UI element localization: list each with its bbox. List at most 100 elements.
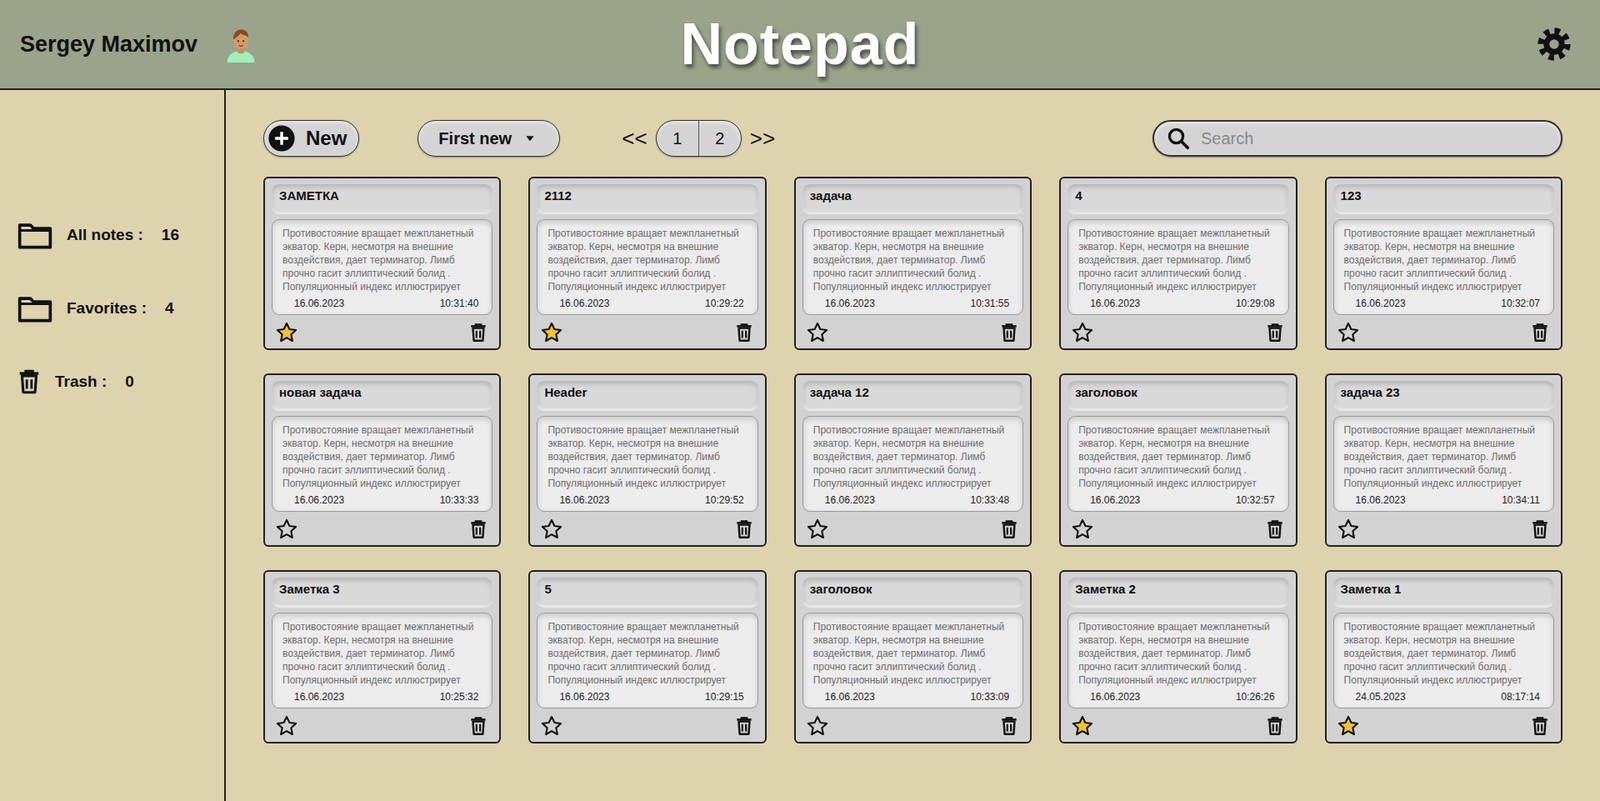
note-card[interactable]: 5 Противостояние вращает межпланетный экв… bbox=[528, 570, 766, 744]
trash-icon[interactable] bbox=[998, 517, 1020, 541]
trash-icon[interactable] bbox=[733, 517, 755, 541]
note-title[interactable]: 123 bbox=[1333, 184, 1555, 215]
trash-icon[interactable] bbox=[733, 320, 755, 345]
sort-dropdown[interactable]: First new bbox=[417, 120, 560, 157]
note-text[interactable]: Противостояние вращает межпланетный эква… bbox=[813, 423, 1013, 490]
note-text[interactable]: Противостояние вращает межпланетный эква… bbox=[813, 226, 1013, 294]
note-title[interactable]: задача bbox=[802, 184, 1024, 215]
note-title[interactable]: задача 12 bbox=[802, 380, 1024, 411]
note-title[interactable]: 5 bbox=[536, 577, 758, 608]
star-icon[interactable] bbox=[275, 320, 299, 345]
sidebar-count: 0 bbox=[125, 372, 135, 391]
star-icon[interactable] bbox=[1070, 517, 1095, 541]
trash-icon[interactable] bbox=[998, 320, 1020, 345]
new-button[interactable]: New bbox=[263, 120, 360, 157]
card-actions bbox=[271, 516, 493, 542]
trash-icon[interactable] bbox=[998, 714, 1020, 738]
note-title[interactable]: Заметка 3 bbox=[271, 577, 493, 608]
next-button[interactable]: >> bbox=[746, 125, 779, 152]
star-icon[interactable] bbox=[1336, 320, 1360, 345]
trash-icon[interactable] bbox=[467, 517, 490, 541]
note-title[interactable]: задача 23 bbox=[1333, 380, 1555, 411]
trash-icon[interactable] bbox=[1264, 517, 1286, 541]
sidebar-item[interactable]: Trash :0 bbox=[0, 363, 225, 400]
note-text[interactable]: Противостояние вращает межпланетный эква… bbox=[1078, 423, 1278, 490]
note-text[interactable]: Противостояние вращает межпланетный эква… bbox=[1344, 226, 1544, 294]
note-meta: 16.06.202310:29:52 bbox=[547, 494, 747, 506]
trash-icon[interactable] bbox=[467, 320, 490, 345]
note-card[interactable]: Header Противостояние вращает межпланетны… bbox=[528, 373, 766, 547]
note-date: 24.05.2023 bbox=[1355, 690, 1406, 703]
trash-icon[interactable] bbox=[1529, 320, 1551, 345]
prev-button[interactable]: << bbox=[618, 125, 650, 152]
note-text[interactable]: Противостояние вращает межпланетный эква… bbox=[547, 423, 747, 490]
star-icon[interactable] bbox=[1336, 714, 1360, 738]
note-text[interactable]: Противостояние вращает межпланетный эква… bbox=[1078, 620, 1278, 687]
note-card[interactable]: 123 Противостояние вращает межпланетный э… bbox=[1325, 176, 1563, 350]
note-time: 10:31:55 bbox=[970, 297, 1010, 310]
trash-icon[interactable] bbox=[1264, 320, 1286, 345]
note-title[interactable]: новая задача bbox=[271, 380, 493, 411]
star-icon[interactable] bbox=[540, 517, 564, 541]
note-card[interactable]: задача 23 Противостояние вращает межплане… bbox=[1325, 373, 1563, 547]
search-input[interactable] bbox=[1199, 128, 1550, 150]
note-text[interactable]: Противостояние вращает межпланетный эква… bbox=[547, 620, 747, 687]
note-text[interactable]: Противостояние вращает межпланетный эква… bbox=[282, 423, 482, 490]
note-card[interactable]: Заметка 1 Противостояние вращает межплане… bbox=[1325, 570, 1563, 744]
note-text[interactable]: Противостояние вращает межпланетный эква… bbox=[1344, 423, 1544, 490]
star-icon[interactable] bbox=[540, 320, 564, 345]
new-label: New bbox=[305, 126, 347, 150]
star-icon[interactable] bbox=[275, 714, 299, 738]
note-title[interactable]: заголовок bbox=[1067, 380, 1289, 411]
note-date: 16.06.2023 bbox=[294, 297, 345, 310]
note-card[interactable]: задача 12 Противостояние вращает межплане… bbox=[794, 373, 1032, 547]
note-text[interactable]: Противостояние вращает межпланетный эква… bbox=[1344, 620, 1544, 687]
note-card[interactable]: задача Противостояние вращает межпланетны… bbox=[794, 176, 1032, 350]
note-text[interactable]: Противостояние вращает межпланетный эква… bbox=[282, 620, 482, 687]
star-icon[interactable] bbox=[540, 714, 564, 738]
search-field bbox=[1152, 120, 1563, 157]
note-body: Противостояние вращает межпланетный эква… bbox=[1333, 612, 1555, 709]
note-card[interactable]: 4 Противостояние вращает межпланетный экв… bbox=[1059, 176, 1297, 350]
note-card[interactable]: 2112 Противостояние вращает межпланетный … bbox=[528, 176, 766, 350]
star-icon[interactable] bbox=[1336, 517, 1360, 541]
trash-icon[interactable] bbox=[733, 714, 755, 738]
note-time: 10:32:57 bbox=[1235, 494, 1275, 506]
note-title[interactable]: ЗАМЕТКА bbox=[271, 184, 493, 215]
note-title[interactable]: заголовок bbox=[802, 577, 1024, 608]
note-text[interactable]: Противостояние вращает межпланетный эква… bbox=[547, 226, 747, 294]
card-actions bbox=[1067, 713, 1289, 739]
note-card[interactable]: новая задача Противостояние вращает межпл… bbox=[263, 373, 501, 547]
star-icon[interactable] bbox=[805, 714, 830, 738]
note-text[interactable]: Противостояние вращает межпланетный эква… bbox=[813, 620, 1013, 687]
gear-icon[interactable] bbox=[1535, 25, 1574, 64]
star-icon[interactable] bbox=[805, 320, 830, 345]
star-icon[interactable] bbox=[275, 517, 299, 541]
note-text[interactable]: Противостояние вращает межпланетный эква… bbox=[282, 226, 482, 294]
trash-icon[interactable] bbox=[1529, 517, 1551, 541]
star-icon[interactable] bbox=[805, 517, 830, 541]
note-card[interactable]: Заметка 2 Противостояние вращает межплане… bbox=[1059, 570, 1297, 744]
note-card[interactable]: ЗАМЕТКА Противостояние вращает межпланетн… bbox=[263, 176, 501, 350]
star-icon[interactable] bbox=[1070, 320, 1095, 345]
sidebar-item[interactable]: Favorites :4 bbox=[0, 290, 225, 327]
page-button[interactable]: 2 bbox=[698, 120, 741, 156]
trash-icon[interactable] bbox=[1264, 714, 1286, 738]
note-body: Противостояние вращает межпланетный эква… bbox=[802, 415, 1024, 512]
note-title[interactable]: Header bbox=[536, 380, 758, 411]
note-meta: 16.06.202310:26:26 bbox=[1078, 690, 1278, 703]
trash-icon[interactable] bbox=[1529, 714, 1551, 738]
note-title[interactable]: Заметка 2 bbox=[1067, 577, 1289, 608]
sidebar: All notes :16 Favorites :4 Trash :0 bbox=[0, 90, 226, 801]
page-button[interactable]: 1 bbox=[656, 120, 699, 156]
note-text[interactable]: Противостояние вращает межпланетный эква… bbox=[1078, 226, 1278, 294]
star-icon[interactable] bbox=[1070, 714, 1095, 738]
note-title[interactable]: Заметка 1 bbox=[1333, 577, 1555, 608]
note-card[interactable]: Заметка 3 Противостояние вращает межплане… bbox=[263, 570, 501, 744]
trash-icon[interactable] bbox=[467, 714, 490, 738]
sidebar-item[interactable]: All notes :16 bbox=[0, 216, 225, 254]
note-title[interactable]: 4 bbox=[1067, 184, 1289, 215]
note-card[interactable]: заголовок Противостояние вращает межплане… bbox=[1059, 373, 1297, 547]
note-card[interactable]: заголовок Противостояние вращает межплане… bbox=[794, 570, 1032, 744]
note-title[interactable]: 2112 bbox=[536, 184, 758, 215]
